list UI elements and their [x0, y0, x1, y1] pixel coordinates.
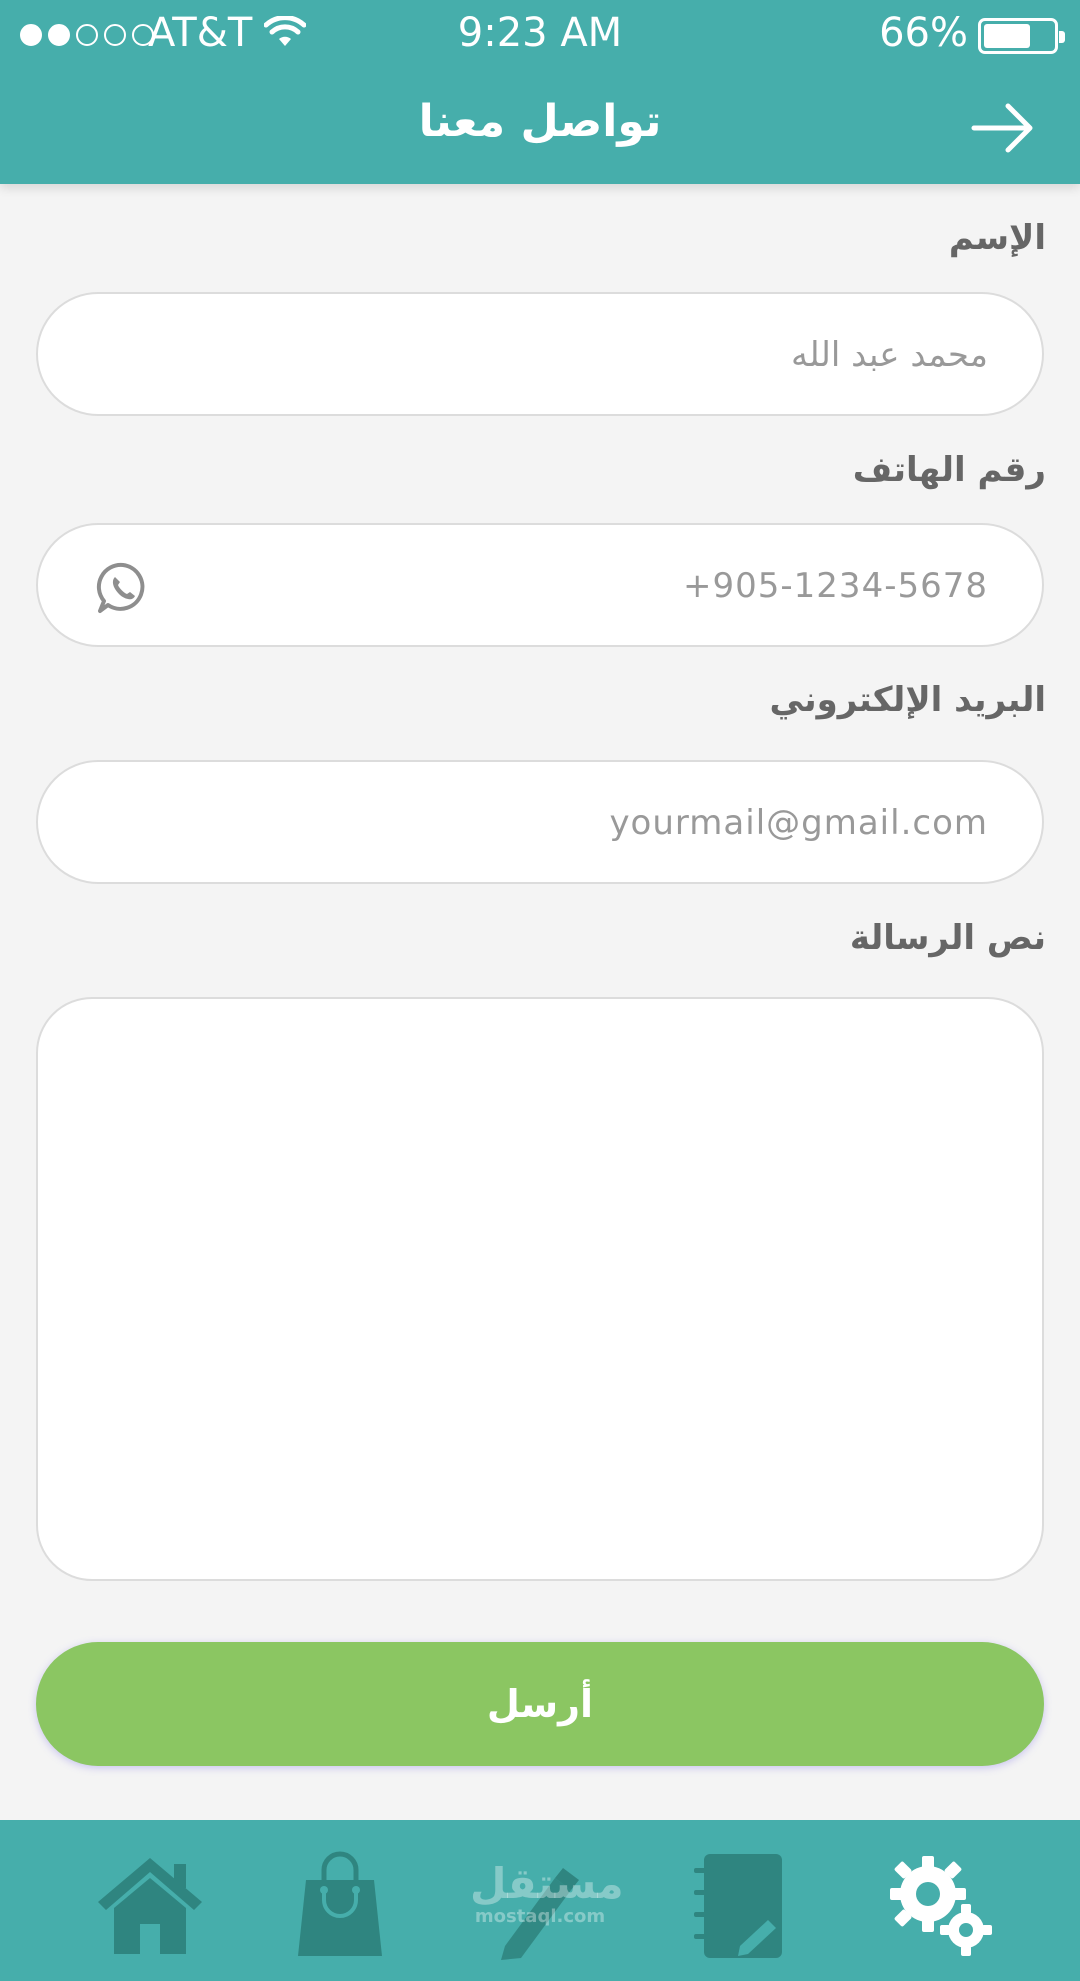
- name-label: الإسم: [948, 218, 1046, 258]
- phone-field[interactable]: [36, 523, 1044, 647]
- name-input[interactable]: [168, 322, 988, 388]
- arrow-right-icon[interactable]: [970, 98, 1036, 158]
- send-button[interactable]: أرسل: [36, 1642, 1044, 1766]
- battery-icon: [978, 18, 1065, 54]
- email-label: البريد الإلكتروني: [769, 680, 1046, 720]
- home-icon[interactable]: [90, 1850, 210, 1960]
- phone-input[interactable]: [168, 553, 988, 619]
- message-textarea[interactable]: [78, 1029, 1002, 1549]
- name-field[interactable]: [36, 292, 1044, 416]
- notebook-icon[interactable]: [680, 1850, 800, 1960]
- message-label: نص الرسالة: [849, 918, 1046, 958]
- email-field[interactable]: [36, 760, 1044, 884]
- message-field[interactable]: [36, 997, 1044, 1581]
- top-header: AT&T 9:23 AM 66% تواصل معنا: [0, 0, 1080, 184]
- bottom-tab-bar: مستقل mostaql.com: [0, 1820, 1080, 1981]
- email-input[interactable]: [168, 790, 988, 856]
- settings-gears-icon[interactable]: [880, 1850, 1000, 1960]
- page-title: تواصل معنا: [418, 96, 662, 147]
- watermark: مستقل mostaql.com: [470, 1859, 624, 1928]
- status-bar: AT&T 9:23 AM 66%: [0, 0, 1080, 70]
- phone-label: رقم الهاتف: [852, 450, 1046, 490]
- shopping-bag-icon[interactable]: [280, 1850, 400, 1960]
- battery-percentage: 66%: [879, 10, 968, 56]
- whatsapp-icon: [96, 562, 145, 613]
